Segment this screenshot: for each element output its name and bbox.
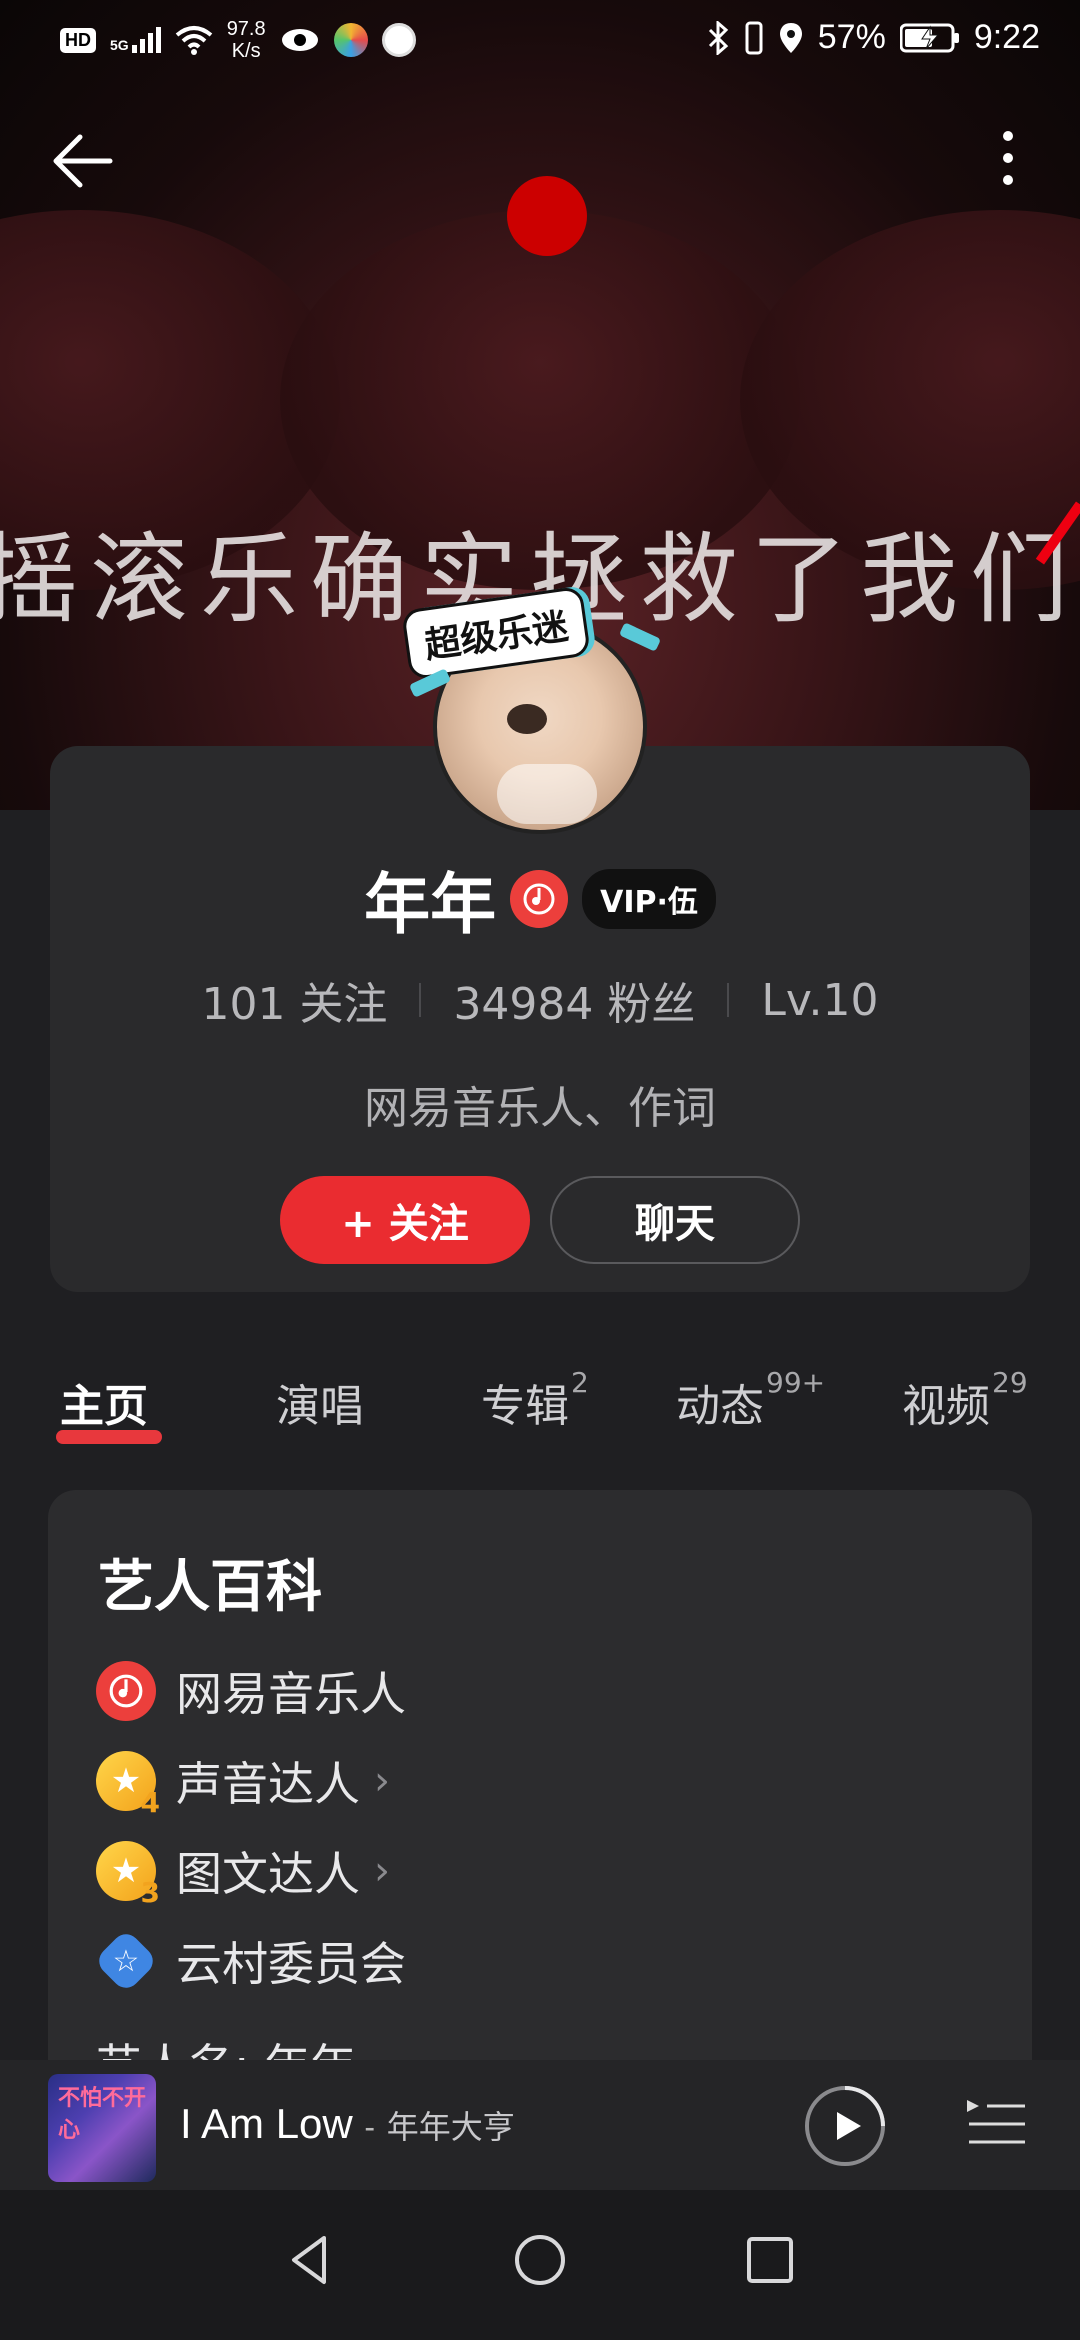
divider [419,983,422,1017]
song-title: I Am Low [180,2100,353,2147]
user-description: 网易音乐人、作词 [364,1083,716,1134]
tab-albums[interactable]: 专辑2 [481,1366,589,1434]
chevron-right-icon: › [374,1758,390,1804]
committee-star-icon: ☆ [93,1928,159,1994]
netease-musician-icon[interactable] [510,870,569,928]
following-stat[interactable]: 101 关注 [201,968,387,1032]
chat-button[interactable]: 聊天 [550,1176,800,1264]
chevron-right-icon: › [374,1848,390,1894]
level-stat[interactable]: Lv.10 [761,975,878,1026]
location-icon [779,22,802,53]
eye-icon [281,29,318,51]
status-bar: HD 5G 97.8 K/s 57% 9:22 [0,0,1080,80]
followers-stat[interactable]: 34984 粉丝 [453,968,695,1032]
list-item[interactable]: ☆ 云村委员会 [93,1928,406,1994]
list-item[interactable]: ★ 4 声音达人 › [96,1748,390,1819]
banner-red-dot [507,176,587,256]
system-navigation-bar [0,2190,1080,2340]
tab-videos[interactable]: 视频29 [902,1366,1028,1434]
star-level-4-icon: ★ 4 [96,1751,160,1819]
clock: 9:22 [973,18,1040,56]
list-item[interactable]: ★ 3 图文达人 › [96,1838,390,1909]
mini-player[interactable]: 不怕不开心 I Am Low - 年年大亨 [0,2060,1080,2190]
back-arrow-icon[interactable] [48,126,118,196]
tab-singing[interactable]: 演唱 [276,1370,364,1434]
signal-icon: 5G [110,27,161,53]
battery-charging-icon [899,23,959,52]
tab-posts[interactable]: 动态99+ [676,1366,825,1434]
playlist-icon[interactable] [965,2094,1027,2154]
stats-row: 101 关注 34984 粉丝 Lv.10 [50,968,1030,1032]
album-cover[interactable]: 不怕不开心 [48,2074,156,2182]
vip-badge[interactable]: VIP·伍 [582,869,716,929]
vibrate-icon [745,21,763,54]
follow-button[interactable]: + 关注 [280,1176,530,1264]
divider [727,983,730,1017]
nav-recents-icon[interactable] [740,2230,800,2290]
song-artist: 年年大亨 [386,2109,515,2145]
now-playing[interactable]: I Am Low - 年年大亨 [180,2100,515,2148]
user-name: 年年 [364,866,497,943]
artist-encyclopedia-card: 艺人百科 网易音乐人 ★4 声音达人 › ★3 图文达人 › ☆ 云村委员会 艺… [48,1490,1032,2090]
nav-back-icon[interactable] [280,2230,340,2290]
hd-badge: HD [60,27,96,53]
net-speed: 97.8 K/s [226,18,266,62]
profile-tabs: 主页 演唱 专辑2 动态99+ 视频29 [0,1366,1080,1450]
netease-music-icon [96,1661,156,1721]
tab-home[interactable]: 主页 [60,1370,148,1434]
avatar-detail [497,764,597,824]
star-level-3-icon: ★ 3 [96,1841,160,1909]
name-row: 年年 VIP·伍 [50,851,1030,947]
active-tab-indicator [56,1430,162,1444]
nav-home-icon[interactable] [510,2230,570,2290]
section-title: 艺人百科 [98,1555,322,1620]
avatar-bear-eye [507,704,547,734]
wifi-icon [175,26,212,55]
play-button-icon[interactable] [803,2084,887,2168]
bluetooth-icon [708,20,728,55]
app-notification-icon [333,23,368,57]
more-options-icon[interactable] [988,126,1028,196]
ball-notification-icon [381,23,416,57]
list-item[interactable]: 网易音乐人 [96,1658,406,1724]
battery-percent: 57% [817,18,886,56]
